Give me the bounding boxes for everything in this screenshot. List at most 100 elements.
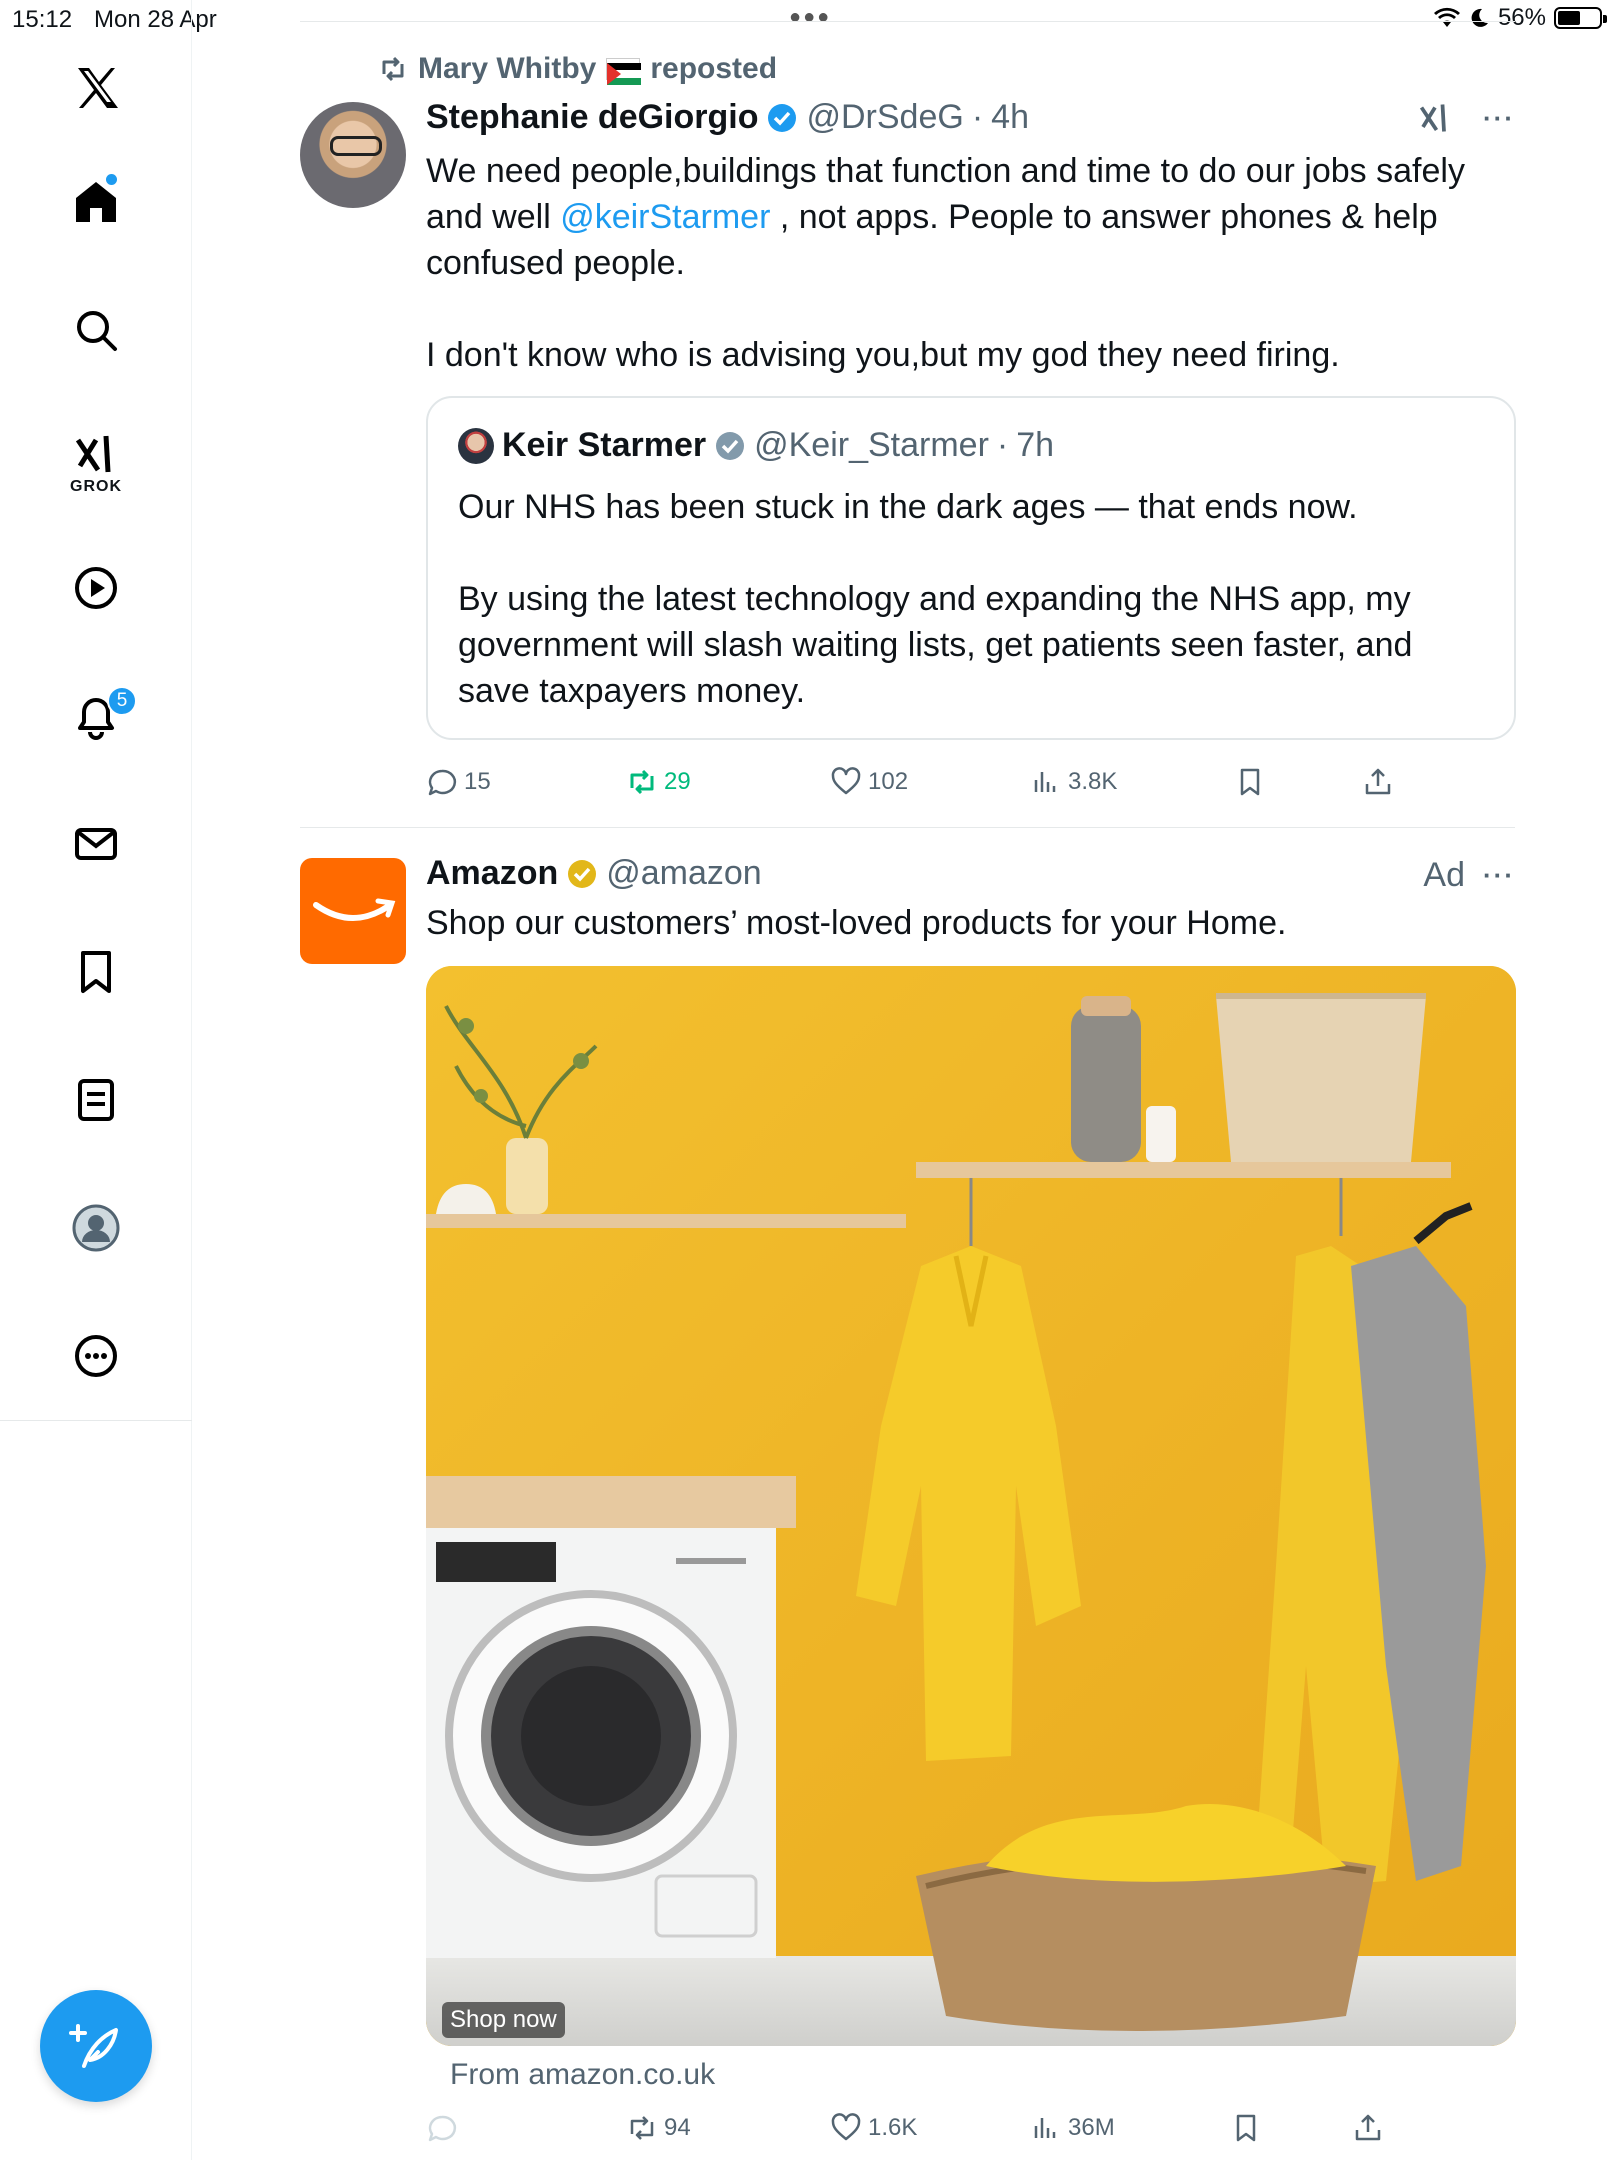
mail-icon[interactable]: [64, 812, 128, 876]
post-header: Stephanie deGiorgio @DrSdeG · 4h: [426, 98, 1029, 137]
gov-verified-badge-icon: [716, 431, 745, 460]
compose-post-button[interactable]: [40, 1990, 152, 2102]
laundry-scene-illustration: [426, 966, 1516, 2046]
video-icon[interactable]: [64, 556, 128, 620]
notification-badge: 5: [107, 686, 137, 716]
more-icon[interactable]: [64, 1324, 128, 1388]
repost-count: 29: [664, 768, 691, 795]
bookmark-button[interactable]: [1234, 766, 1266, 798]
grok-label: GROK: [70, 478, 122, 495]
status-right: 56%: [1433, 4, 1607, 32]
shop-now-button[interactable]: Shop now: [442, 2002, 565, 2038]
author-name[interactable]: Stephanie deGiorgio: [426, 98, 758, 137]
author-handle[interactable]: @DrSdeG: [806, 98, 963, 137]
x-logo-icon[interactable]: [64, 56, 128, 120]
repost-label: reposted: [650, 52, 778, 85]
search-icon[interactable]: [64, 298, 128, 362]
post-divider: [300, 827, 1515, 828]
repost-button[interactable]: 29: [626, 766, 691, 798]
post-header-actions: ···: [1417, 100, 1515, 136]
ad-author-name[interactable]: Amazon: [426, 854, 558, 893]
grok-icon[interactable]: [1417, 100, 1453, 136]
quote-avatar: [458, 427, 494, 464]
multitask-dots-icon[interactable]: ●●●: [789, 6, 831, 29]
like-count: 1.6K: [868, 2114, 918, 2141]
reply-icon: [428, 2115, 457, 2142]
ad-source-link[interactable]: From amazon.co.uk: [450, 2058, 715, 2092]
more-options-icon[interactable]: ···: [1483, 103, 1515, 134]
repost-count: 94: [664, 2114, 691, 2141]
mention-link[interactable]: @keirStarmer: [560, 198, 770, 236]
analytics-icon: [1034, 772, 1056, 792]
reply-button[interactable]: [426, 2112, 458, 2144]
share-icon: [1365, 768, 1391, 795]
palestine-flag-icon: [606, 58, 642, 85]
repost-indicator[interactable]: Mary Whitby reposted: [378, 52, 777, 86]
author-avatar[interactable]: [300, 102, 406, 208]
quote-author-name: Keir Starmer: [502, 426, 707, 464]
repost-icon: [630, 769, 654, 795]
grok-icon[interactable]: [64, 422, 128, 486]
views-count: 3.8K: [1068, 768, 1118, 795]
ad-label: Ad: [1423, 856, 1466, 894]
post-actions: 15 29 102 3.8K: [426, 762, 1406, 802]
heart-icon: [831, 2113, 861, 2141]
moon-icon: [1471, 8, 1488, 27]
top-divider: [300, 21, 1515, 22]
gold-verified-badge-icon: [568, 859, 597, 888]
quote-header: Keir Starmer @Keir_Starmer · 7h: [458, 426, 1054, 465]
post-time[interactable]: 4h: [991, 98, 1029, 137]
list-icon[interactable]: [64, 1068, 128, 1132]
home-notification-dot: [106, 174, 117, 185]
quote-paragraph: By using the latest technology and expan…: [458, 580, 1413, 710]
sidebar: GROK 5: [0, 0, 192, 2160]
status-bar: 15:12 Mon 28 Apr ●●● 56%: [0, 0, 1620, 40]
repost-user: Mary Whitby: [418, 52, 597, 85]
bookmark-button[interactable]: [1230, 2112, 1262, 2144]
ad-author-handle[interactable]: @amazon: [606, 854, 761, 893]
like-button[interactable]: 102: [830, 766, 908, 798]
ad-header: Amazon @amazon: [426, 854, 762, 893]
amazon-logo[interactable]: [300, 858, 406, 964]
sidebar-divider: [0, 1420, 192, 1421]
quoted-post[interactable]: Keir Starmer @Keir_Starmer · 7h Our NHS …: [426, 396, 1516, 740]
battery-percent: 56%: [1497, 4, 1546, 31]
like-button[interactable]: 1.6K: [830, 2112, 917, 2144]
more-options-icon[interactable]: ···: [1483, 860, 1515, 891]
quote-paragraph: Our NHS has been stuck in the dark ages …: [458, 488, 1358, 526]
ad-label-group: Ad ···: [1423, 856, 1515, 895]
quote-text: Our NHS has been stuck in the dark ages …: [458, 484, 1488, 714]
share-button[interactable]: [1362, 766, 1394, 798]
wifi-icon: [1433, 7, 1460, 27]
separator-dot: ·: [971, 98, 984, 136]
ad-image[interactable]: Shop now: [426, 966, 1516, 2046]
verified-badge-icon: [768, 103, 797, 132]
share-icon: [1355, 2114, 1381, 2141]
share-button[interactable]: [1352, 2112, 1384, 2144]
bookmark-icon: [1236, 2114, 1256, 2142]
post-text: We need people,buildings that function a…: [426, 148, 1516, 378]
quote-time: 7h: [1016, 426, 1055, 464]
repost-button[interactable]: 94: [626, 2112, 691, 2144]
repost-icon: [382, 56, 404, 82]
ad-actions: 94 1.6K 36M: [426, 2108, 1406, 2148]
like-count: 102: [868, 768, 909, 795]
heart-icon: [831, 767, 861, 795]
reply-button[interactable]: 15: [426, 766, 491, 798]
views-button[interactable]: 36M: [1030, 2112, 1115, 2144]
ad-text: Shop our customers’ most-loved products …: [426, 904, 1287, 942]
home-icon[interactable]: [64, 170, 128, 234]
amazon-smile-icon: [313, 898, 396, 921]
views-button[interactable]: 3.8K: [1030, 766, 1117, 798]
bookmark-icon: [1240, 768, 1260, 796]
reply-icon: [428, 769, 457, 796]
repost-icon: [630, 2116, 654, 2140]
reply-count: 15: [464, 768, 491, 795]
post-text-paragraph: I don't know who is advising you,but my …: [426, 336, 1340, 374]
separator-dot: ·: [996, 426, 1009, 464]
feather-plus-icon: [69, 2024, 118, 2068]
quote-handle: @Keir_Starmer: [754, 426, 989, 464]
profile-avatar-icon[interactable]: [64, 1196, 128, 1260]
analytics-icon: [1034, 2118, 1056, 2138]
bookmark-icon[interactable]: [64, 940, 128, 1004]
